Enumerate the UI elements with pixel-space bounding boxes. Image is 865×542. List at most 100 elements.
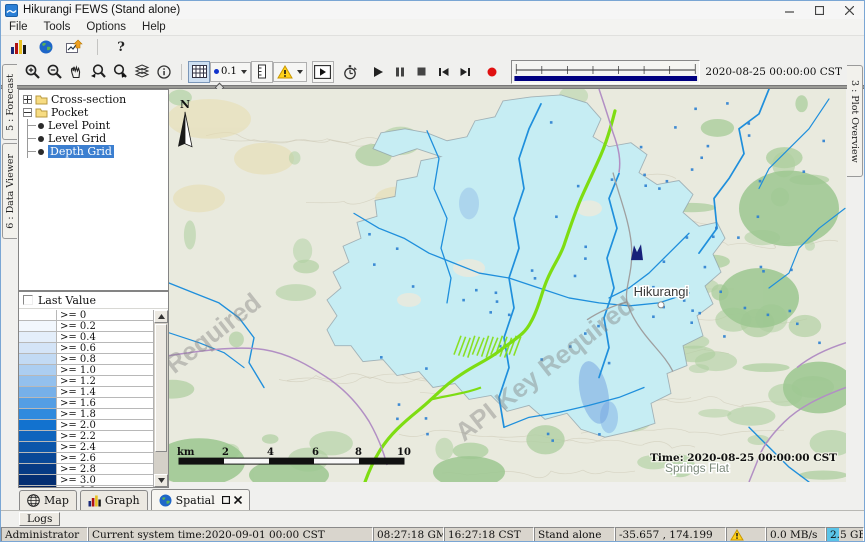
tree-leaf-level-grid[interactable]: Level Grid <box>28 132 168 145</box>
zoom-next-icon <box>112 63 129 80</box>
play-button[interactable] <box>367 61 389 83</box>
status-gmt-time: 08:27:18 GMT <box>373 527 444 542</box>
pause-button[interactable] <box>389 61 411 83</box>
warning-icon <box>730 529 744 541</box>
layers-icon <box>134 64 150 79</box>
last-value-checkbox[interactable] <box>23 295 33 305</box>
zoom-in-icon <box>24 63 41 80</box>
tab-forecast[interactable]: 5 : Forecast <box>2 64 17 140</box>
map-view[interactable]: API Key Required API Key Required N Hiku… <box>169 89 846 482</box>
zoom-previous-button[interactable] <box>87 61 109 83</box>
logs-row: Logs <box>1 511 864 527</box>
ruler-button[interactable] <box>251 61 273 83</box>
tree-leaf-depth-grid[interactable]: Depth Grid <box>28 145 168 158</box>
wireframe-globe-icon <box>27 494 40 507</box>
legend-color-swatch <box>19 321 57 331</box>
legend-row[interactable]: >= 0.6 <box>19 343 153 354</box>
timeline-slider[interactable] <box>511 60 700 84</box>
legend-color-swatch <box>19 343 57 353</box>
map-toolbar: 0.1 2020-08-25 00:00:00 CST <box>1 58 864 85</box>
legend-row[interactable]: >= 3.0 <box>19 475 153 486</box>
tree-node-cross-section[interactable]: Cross-section <box>23 93 168 106</box>
legend-row[interactable]: >= 1.2 <box>19 376 153 387</box>
legend-row-label: >= 1.4 <box>57 387 153 397</box>
scroll-down-icon[interactable] <box>154 474 168 487</box>
maximize-button[interactable] <box>804 1 834 19</box>
legend-row-label: >= 3.0 <box>57 475 153 485</box>
skip-to-end-button[interactable] <box>455 61 477 83</box>
skip-to-start-button[interactable] <box>433 61 455 83</box>
close-button[interactable] <box>834 1 864 19</box>
tree-connector <box>28 125 36 126</box>
animation-settings-button[interactable] <box>339 61 361 83</box>
legend-row[interactable]: >= 1.8 <box>19 409 153 420</box>
menu-help[interactable]: Help <box>134 19 174 35</box>
collapse-icon[interactable] <box>23 108 32 117</box>
grid-interval-combo[interactable]: 0.1 <box>210 62 251 82</box>
export-timeseries-button[interactable] <box>63 36 85 58</box>
menu-bar: File Tools Options Help <box>1 19 864 36</box>
layers-button[interactable] <box>131 61 153 83</box>
tree-leaf-label-selected: Depth Grid <box>48 145 114 158</box>
tab-map[interactable]: Map <box>19 490 77 510</box>
legend-color-swatch <box>19 486 57 487</box>
chevron-down-icon <box>241 70 247 74</box>
scroll-up-icon[interactable] <box>154 310 168 323</box>
legend-row[interactable]: >= 2.2 <box>19 431 153 442</box>
info-button[interactable] <box>153 61 175 83</box>
legend-scrollbar[interactable] <box>154 310 168 487</box>
maximize-panel-icon[interactable] <box>222 496 230 504</box>
legend-row[interactable]: >= 2.6 <box>19 453 153 464</box>
menu-tools[interactable]: Tools <box>36 19 79 35</box>
scrollbar-thumb[interactable] <box>155 324 167 452</box>
legend-row[interactable]: >= 1.0 <box>19 365 153 376</box>
close-tab-icon[interactable] <box>234 496 242 504</box>
tab-graph[interactable]: Graph <box>80 490 148 510</box>
legend-row[interactable]: >= 0.8 <box>19 354 153 365</box>
help-button[interactable]: ? <box>110 36 132 58</box>
legend-row[interactable]: >= 2.8 <box>19 464 153 475</box>
timeline-track <box>512 61 699 83</box>
legend-color-swatch <box>19 354 57 364</box>
stop-icon <box>416 66 427 77</box>
status-local-time: 16:27:18 CST <box>444 527 534 542</box>
tab-spatial[interactable]: Spatial <box>151 489 250 510</box>
minimize-button[interactable] <box>774 1 804 19</box>
legend-row[interactable]: >= 0.2 <box>19 321 153 332</box>
tab-data-viewer[interactable]: 6 : Data Viewer <box>2 143 17 239</box>
interval-value: 0.1 <box>221 66 237 77</box>
database-viewer-button[interactable] <box>7 36 29 58</box>
tab-plot-overview[interactable]: 3 : Plot Overview <box>847 65 863 177</box>
tree-connector <box>28 151 36 152</box>
legend-row[interactable]: >= 0.4 <box>19 332 153 343</box>
zoom-out-button[interactable] <box>43 61 65 83</box>
ruler-icon <box>255 64 269 79</box>
legend-row[interactable]: >= 1.6 <box>19 398 153 409</box>
zoom-in-button[interactable] <box>21 61 43 83</box>
pan-button[interactable] <box>65 61 87 83</box>
legend-color-swatch <box>19 387 57 397</box>
expand-icon[interactable] <box>23 95 32 104</box>
legend-row[interactable]: >= 3.2 <box>19 486 153 487</box>
warning-dropdown[interactable] <box>273 62 307 82</box>
status-warning-cell[interactable] <box>726 527 766 542</box>
map-display-button[interactable] <box>35 36 57 58</box>
zoom-next-button[interactable] <box>109 61 131 83</box>
layer-bullet-icon <box>38 123 44 129</box>
record-button[interactable] <box>481 61 503 83</box>
tree-leaf-level-point[interactable]: Level Point <box>28 119 168 132</box>
legend-row[interactable]: >= 1.4 <box>19 387 153 398</box>
stop-button[interactable] <box>411 61 433 83</box>
logs-button[interactable]: Logs <box>19 512 60 526</box>
legend-row-label: >= 0 <box>57 310 153 320</box>
legend-row[interactable]: >= 2.0 <box>19 420 153 431</box>
status-system-time: Current system time:2020-09-01 00:00 CST <box>88 527 373 542</box>
menu-options[interactable]: Options <box>78 19 134 35</box>
menu-file[interactable]: File <box>1 19 36 35</box>
grid-display-toggle[interactable] <box>188 61 210 83</box>
animation-button[interactable] <box>312 61 334 83</box>
legend-row[interactable]: >= 0 <box>19 310 153 321</box>
skip-start-icon <box>437 66 450 78</box>
tree-node-pocket[interactable]: Pocket <box>23 106 168 119</box>
legend-row[interactable]: >= 2.4 <box>19 442 153 453</box>
